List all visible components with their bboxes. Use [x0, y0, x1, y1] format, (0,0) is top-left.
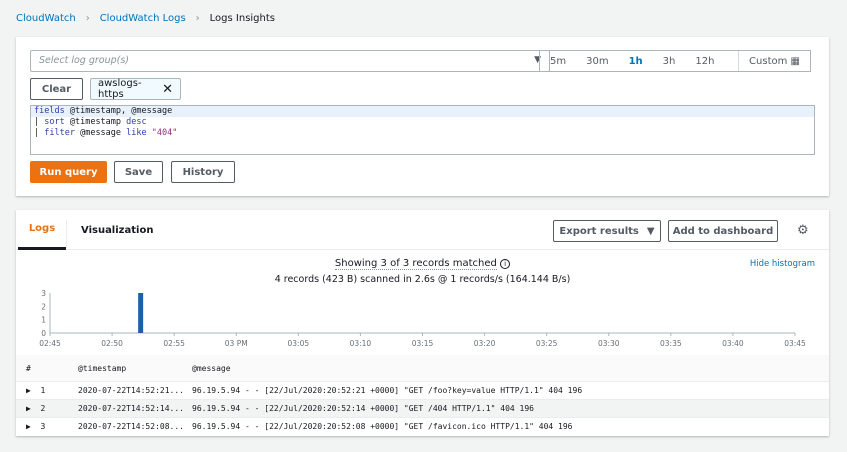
expand-row-icon[interactable]: ▶ 2: [26, 404, 45, 413]
row-timestamp: 2020-07-22T14:52:14...: [78, 404, 184, 413]
row-index: 1: [40, 386, 46, 395]
tab-logs[interactable]: Logs: [18, 210, 66, 250]
tab-visualization[interactable]: Visualization: [81, 210, 153, 250]
y-tick-label: 3: [41, 289, 46, 298]
row-message: 96.19.5.94 - - [22/Jul/2020:20:52:14 +00…: [192, 404, 534, 413]
table-row[interactable]: ▶ 3 2020-07-22T14:52:08... 96.19.5.94 - - …: [16, 417, 829, 435]
time-range-1h[interactable]: 1h: [619, 56, 653, 67]
chevron-right-icon: ›: [195, 13, 200, 24]
x-tick-label: 03:45: [784, 339, 806, 348]
breadcrumb-cloudwatch[interactable]: CloudWatch: [16, 13, 76, 24]
column-header-index: #: [26, 363, 31, 373]
table-row[interactable]: ▶ 1 2020-07-22T14:52:21... 96.19.5.94 - - …: [16, 381, 829, 399]
time-range-12h[interactable]: 12h: [685, 56, 724, 67]
row-timestamp: 2020-07-22T14:52:08...: [78, 422, 184, 431]
y-tick-label: 2: [41, 302, 46, 311]
column-header-message[interactable]: @message: [192, 364, 231, 373]
query-panel: Select log group(s) ▼ 5m 30m 1h 3h 12h Custom …: [16, 37, 829, 196]
breadcrumb-cloudwatch-logs[interactable]: CloudWatch Logs: [100, 13, 186, 24]
x-tick-label: 02:45: [39, 339, 61, 348]
row-message: 96.19.5.94 - - [22/Jul/2020:20:52:21 +00…: [192, 386, 583, 395]
gear-icon[interactable]: ⚙: [797, 223, 809, 238]
add-to-dashboard-button[interactable]: Add to dashboard: [668, 220, 778, 242]
save-button[interactable]: Save: [114, 161, 163, 183]
query-line: | filter @message like "404": [34, 128, 178, 138]
x-tick-label: 03:10: [350, 339, 372, 348]
histogram: 0 1 2 3 02:45 02:50 02:55 03 PM 03:05 03:10 03:15 0…: [39, 289, 806, 348]
x-tick-label: 03:30: [598, 339, 620, 348]
row-message: 96.19.5.94 - - [22/Jul/2020:20:52:08 +00…: [192, 422, 573, 431]
time-range-selector: 5m 30m 1h 3h 12h Custom ▦: [539, 50, 811, 72]
expand-row-icon[interactable]: ▶ 3: [26, 422, 45, 431]
table-header: # @timestamp @message: [16, 355, 829, 381]
y-tick-label: 1: [41, 316, 46, 325]
hide-histogram-link[interactable]: Hide histogram: [750, 259, 815, 269]
x-tick-label: 02:50: [101, 339, 123, 348]
history-button[interactable]: History: [171, 161, 235, 183]
query-line: fields @timestamp, @message: [31, 106, 814, 117]
calendar-icon: ▦: [790, 55, 800, 67]
close-icon[interactable]: ✕: [162, 82, 173, 97]
column-header-timestamp[interactable]: @timestamp: [78, 364, 126, 373]
x-tick-label: 03:35: [660, 339, 682, 348]
x-tick-label: 03:15: [412, 339, 434, 348]
x-tick-label: 03:40: [722, 339, 744, 348]
results-panel: Logs Visualization Export results ▼ Add t…: [16, 210, 829, 436]
scan-stats: 4 records (423 B) scanned in 2.6s @ 1 re…: [274, 274, 571, 285]
custom-label: Custom: [749, 55, 788, 67]
table-row[interactable]: ▶ 2 2020-07-22T14:52:14... 96.19.5.94 - - …: [16, 399, 829, 417]
records-matched: Showing 3 of 3 records matched i: [16, 258, 829, 270]
caret-down-icon: ▼: [646, 225, 655, 237]
run-query-button[interactable]: Run query: [30, 161, 107, 183]
export-label: Export results: [559, 225, 639, 237]
query-line: | sort @timestamp desc: [34, 117, 147, 127]
row-timestamp: 2020-07-22T14:52:21...: [78, 386, 184, 395]
info-icon[interactable]: i: [500, 259, 511, 269]
expand-row-icon[interactable]: ▶ 1: [26, 386, 45, 395]
y-tick-label: 0: [41, 329, 46, 338]
row-index: 3: [40, 422, 46, 431]
log-group-select[interactable]: Select log group(s) ▼: [30, 50, 550, 72]
histogram-bar: [138, 293, 144, 333]
chevron-right-icon: ›: [85, 13, 90, 24]
clear-button[interactable]: Clear: [30, 78, 83, 100]
breadcrumb-current: Logs Insights: [209, 13, 275, 24]
x-tick-label: 03:05: [288, 339, 310, 348]
query-editor[interactable]: fields @timestamp, @message | sort @times…: [30, 105, 815, 155]
log-group-placeholder: Select log group(s): [39, 55, 129, 66]
breadcrumb: CloudWatch › CloudWatch Logs › Logs Insigh…: [16, 13, 275, 24]
row-index: 2: [40, 404, 46, 413]
time-range-3h[interactable]: 3h: [653, 56, 686, 67]
log-group-name: awslogs-https: [98, 78, 142, 100]
time-range-custom[interactable]: Custom ▦: [738, 51, 810, 71]
selected-log-group-chip: awslogs-https ✕: [90, 78, 181, 100]
time-range-5m[interactable]: 5m: [540, 56, 576, 67]
results-tabs: Logs Visualization Export results ▼ Add t…: [16, 210, 829, 250]
x-tick-label: 03 PM: [225, 339, 248, 348]
x-tick-label: 02:55: [163, 339, 185, 348]
time-range-30m[interactable]: 30m: [576, 56, 618, 67]
x-tick-label: 03:20: [474, 339, 496, 348]
x-tick-label: 03:25: [536, 339, 558, 348]
export-results-button[interactable]: Export results ▼: [553, 220, 661, 242]
